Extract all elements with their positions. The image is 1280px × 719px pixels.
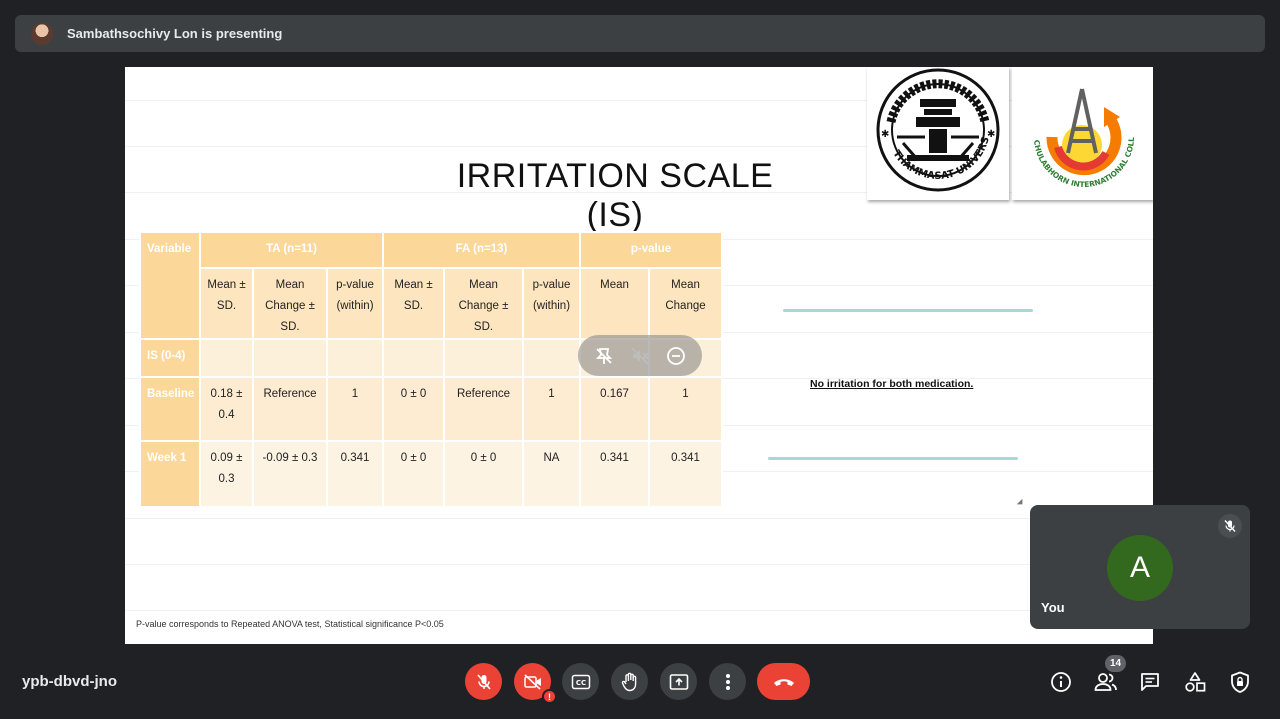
- people-button[interactable]: [1093, 669, 1119, 695]
- group-header-ta: TA (n=11): [199, 231, 384, 269]
- svg-text:CC: CC: [575, 679, 585, 687]
- mic-toggle-button[interactable]: [465, 663, 502, 700]
- meeting-details-button[interactable]: [1048, 669, 1074, 695]
- captions-button[interactable]: CC: [562, 663, 599, 700]
- decorative-line: [783, 309, 1033, 312]
- table-cell: 0 ± 0: [382, 376, 445, 442]
- thammasat-logo: THAMMASAT UNIVERSITY ✱ ✱: [862, 67, 1009, 200]
- unpin-icon: [595, 347, 613, 364]
- sub-header: p-value (within): [522, 267, 581, 340]
- row-label: Week 1: [139, 440, 201, 508]
- row-label: IS (0-4): [139, 338, 201, 378]
- row-label: Baseline: [139, 376, 201, 442]
- table-cell: [522, 338, 581, 378]
- remove-button[interactable]: [662, 342, 690, 370]
- leave-call-button[interactable]: [757, 663, 810, 700]
- table-cell: NA: [522, 440, 581, 508]
- table-cell: Reference: [443, 376, 524, 442]
- present-to-all-icon: [669, 673, 688, 690]
- slide-note: No irritation for both medication.: [810, 378, 974, 390]
- table-cell: -0.09 ± 0.3: [252, 440, 328, 508]
- table-cell: [252, 338, 328, 378]
- presentation-overlay-controls: [578, 335, 702, 376]
- group-header-pvalue: p-value: [579, 231, 723, 269]
- present-screen-button[interactable]: [660, 663, 697, 700]
- table-cell: 0.341: [326, 440, 384, 508]
- sub-header: Mean ± SD.: [382, 267, 445, 340]
- warning-icon: !: [542, 689, 557, 704]
- table-cell: 1: [522, 376, 581, 442]
- self-video-tile[interactable]: A You: [1030, 505, 1250, 629]
- mic-off-icon: [476, 673, 491, 690]
- table-cell: 0.167: [579, 376, 650, 442]
- table-cell: 0.341: [579, 440, 650, 508]
- people-icon: [1094, 673, 1117, 691]
- table-cell: [443, 338, 524, 378]
- camera-toggle-button[interactable]: !: [514, 663, 557, 704]
- slide-title: IRRITATION SCALE (IS): [456, 157, 774, 234]
- shield-lock-icon: [1231, 671, 1249, 693]
- svg-text:✱: ✱: [987, 129, 995, 140]
- table-cell: Reference: [252, 376, 328, 442]
- sub-header: Mean: [579, 267, 650, 340]
- table-cell: 1: [326, 376, 384, 442]
- sub-header: Mean Change ± SD.: [443, 267, 524, 340]
- presenter-bar: Sambathsochivy Lon is presenting: [15, 15, 1265, 52]
- host-controls-button[interactable]: [1227, 669, 1253, 695]
- table-cell: 0.341: [648, 440, 723, 508]
- sub-header: Mean ± SD.: [199, 267, 254, 340]
- slide-footnote: P-value corresponds to Repeated ANOVA te…: [136, 619, 444, 629]
- group-header-fa: FA (n=13): [382, 231, 581, 269]
- avatar: A: [1107, 535, 1173, 601]
- table-row: Baseline 0.18 ± 0.4 Reference 1 0 ± 0 Re…: [139, 376, 723, 442]
- sub-header: Mean Change: [648, 267, 723, 340]
- variable-header: Variable: [139, 231, 201, 340]
- presenter-text: Sambathsochivy Lon is presenting: [67, 26, 283, 41]
- self-label: You: [1041, 600, 1065, 615]
- raise-hand-button[interactable]: [611, 663, 648, 700]
- table-cell: 1: [648, 376, 723, 442]
- svg-text:✱: ✱: [881, 129, 889, 140]
- table-cell: 0 ± 0: [443, 440, 524, 508]
- meeting-code: ypb-dbvd-jno: [22, 673, 117, 690]
- presenter-avatar: [31, 22, 53, 45]
- hand-icon: [621, 672, 636, 691]
- mute-presentation-button[interactable]: [626, 342, 654, 370]
- more-options-button[interactable]: [709, 663, 746, 700]
- table-cell: [382, 338, 445, 378]
- sub-header: Mean Change ± SD.: [252, 267, 328, 340]
- info-icon: [1051, 672, 1071, 692]
- table-row: Week 1 0.09 ± 0.3 -0.09 ± 0.3 0.341 0 ± …: [139, 440, 723, 508]
- self-mic-status: [1218, 514, 1242, 538]
- more-vert-icon: [725, 673, 730, 690]
- unpin-button[interactable]: [590, 342, 618, 370]
- sub-header: p-value (within): [326, 267, 384, 340]
- mic-off-icon: [1224, 520, 1236, 532]
- table-cell: [326, 338, 384, 378]
- decorative-line: [768, 457, 1018, 460]
- remove-circle-icon: [667, 346, 685, 365]
- table-cell: [199, 338, 254, 378]
- table-cell: 0.18 ± 0.4: [199, 376, 254, 442]
- activities-button[interactable]: [1182, 669, 1208, 695]
- table-cell: 0 ± 0: [382, 440, 445, 508]
- cicm-logo: CHULABHORN INTERNATIONAL COLLEGE OF MEDI…: [1008, 67, 1153, 200]
- volume-off-icon: [631, 346, 649, 365]
- activities-icon: [1185, 672, 1206, 692]
- chat-icon: [1141, 673, 1159, 691]
- table-cell: 0.09 ± 0.3: [199, 440, 254, 508]
- mouse-cursor: [1016, 498, 1026, 508]
- chat-button[interactable]: [1137, 669, 1163, 695]
- camera-off-icon: [523, 673, 541, 690]
- closed-captions-icon: CC: [571, 674, 590, 689]
- call-end-icon: [773, 678, 794, 686]
